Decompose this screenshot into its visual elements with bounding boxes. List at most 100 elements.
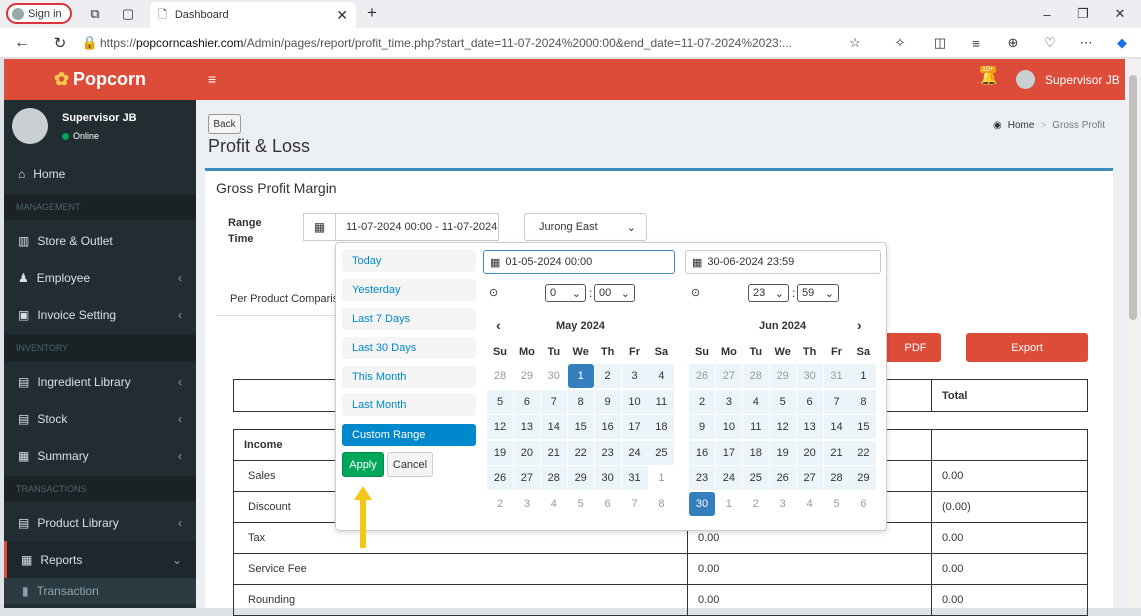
calendar-day[interactable]: 6 (513, 389, 540, 414)
end-minute-select[interactable]: 59 ⌄ (797, 284, 839, 302)
calendar-day[interactable]: 26 (487, 466, 513, 491)
calendar-day[interactable]: 17 (715, 440, 742, 465)
calendar-day[interactable]: 11 (648, 389, 675, 414)
navbar-user-name[interactable]: Supervisor JB (1045, 73, 1120, 87)
calendar-day[interactable]: 28 (540, 466, 567, 491)
back-button[interactable]: Back (208, 114, 241, 134)
calendar-day[interactable]: 21 (823, 440, 850, 465)
range-option[interactable]: Last Month (342, 394, 476, 416)
sidebar-item-home[interactable]: ⌂ Home (4, 155, 196, 192)
calendar-day[interactable]: 29 (514, 364, 540, 388)
calendar-day[interactable]: 30 (594, 466, 621, 491)
calendar-day[interactable]: 14 (823, 415, 850, 440)
calendar-day[interactable]: 30 (796, 364, 823, 388)
calendar-day[interactable]: 3 (514, 492, 540, 516)
calendar-day[interactable]: 4 (648, 364, 675, 388)
url-field[interactable]: https://popcorncashier.com/Admin/pages/r… (100, 32, 840, 53)
range-option[interactable]: Yesterday (342, 279, 476, 301)
breadcrumb-home[interactable]: Home (1008, 120, 1035, 131)
workspaces-icon[interactable]: ⧉ (85, 4, 105, 24)
brand-logo[interactable]: ✿ Popcorn (4, 59, 196, 100)
sidebar-item-summary[interactable]: ▦ Summary ‹ (4, 437, 196, 474)
sidebar-item-reports[interactable]: ▦ Reports ⌄ (4, 541, 196, 578)
browser-essentials-icon[interactable]: ♡ (1040, 33, 1060, 53)
calendar-day[interactable]: 1 (716, 492, 742, 516)
calendar-day[interactable]: 7 (823, 389, 850, 414)
calendar-day[interactable]: 8 (567, 389, 594, 414)
calendar-day[interactable]: 30 (689, 492, 715, 516)
calendar-day[interactable]: 11 (742, 415, 769, 440)
calendar-day[interactable]: 4 (541, 492, 567, 516)
calendar-day[interactable]: 9 (594, 389, 621, 414)
apply-button[interactable]: Apply (342, 452, 384, 477)
calendar-day[interactable]: 26 (769, 466, 796, 491)
calendar-day[interactable]: 29 (850, 466, 877, 491)
calendar-day[interactable]: 20 (513, 440, 540, 465)
new-tab-icon[interactable]: + (362, 3, 382, 23)
cancel-button[interactable]: Cancel (387, 452, 433, 477)
start-hour-select[interactable]: 0 ⌄ (545, 284, 586, 302)
sidebar-item-stock[interactable]: ▤ Stock ‹ (4, 400, 196, 437)
sidebar-item-invoice[interactable]: ▣ Invoice Setting ‹ (4, 296, 196, 333)
calendar-day[interactable]: 6 (850, 492, 876, 516)
calendar-day[interactable]: 23 (594, 440, 621, 465)
sidebar-item-product[interactable]: ▤ Product Library ‹ (4, 504, 196, 541)
copilot-icon[interactable]: ◆ (1112, 33, 1132, 53)
pdf-button[interactable]: PDF (880, 333, 941, 362)
end-date-input[interactable]: ▦ 30-06-2024 23:59 (685, 250, 881, 274)
calendar-day[interactable]: 6 (796, 389, 823, 414)
calendar-day[interactable]: 24 (621, 440, 648, 465)
calendar-day[interactable]: 29 (769, 364, 796, 388)
refresh-icon[interactable]: ↻ (50, 33, 70, 53)
calendar-day[interactable]: 25 (742, 466, 769, 491)
calendar-day[interactable]: 9 (689, 415, 715, 440)
calendar-day[interactable]: 5 (487, 389, 513, 414)
calendar-day[interactable]: 1 (850, 364, 877, 388)
minimize-icon[interactable]: – (1037, 4, 1057, 24)
calendar-day[interactable]: 16 (594, 415, 621, 440)
sign-in-button[interactable]: Sign in (6, 3, 72, 24)
calendar-day[interactable]: 12 (769, 415, 796, 440)
calendar-day[interactable]: 31 (621, 466, 648, 491)
close-tab-icon[interactable]: ✕ (336, 7, 348, 24)
calendar-day[interactable]: 2 (594, 364, 621, 388)
calendar-day[interactable]: 30 (541, 364, 567, 388)
range-option[interactable]: Today (342, 250, 476, 272)
calendar-day[interactable]: 23 (689, 466, 715, 491)
calendar-day[interactable]: 3 (715, 389, 742, 414)
calendar-day[interactable]: 13 (513, 415, 540, 440)
sidebar-item-store[interactable]: ▥ Store & Outlet (4, 222, 196, 259)
calendar-day[interactable]: 2 (743, 492, 769, 516)
end-hour-select[interactable]: 23 ⌄ (748, 284, 789, 302)
scrollbar-thumb[interactable] (1129, 75, 1137, 320)
calendar-day[interactable]: 10 (715, 415, 742, 440)
calendar-day[interactable]: 5 (769, 389, 796, 414)
range-option[interactable]: Last 7 Days (342, 308, 476, 330)
calendar-day[interactable]: 5 (824, 492, 850, 516)
calendar-day[interactable]: 8 (850, 389, 877, 414)
calendar-day[interactable]: 22 (850, 440, 877, 465)
calendar-day[interactable]: 3 (621, 364, 648, 388)
collections-icon[interactable]: ⊕ (1003, 33, 1023, 53)
calendar-day[interactable]: 12 (487, 415, 513, 440)
calendar-day[interactable]: 19 (487, 440, 513, 465)
calendar-day[interactable]: 18 (648, 415, 675, 440)
extensions-icon[interactable]: ✧ (890, 33, 910, 53)
calendar-day[interactable]: 2 (487, 492, 513, 516)
calendar-day[interactable]: 27 (796, 466, 823, 491)
hamburger-menu-icon[interactable]: ≡ (208, 71, 216, 87)
range-option[interactable]: Last 30 Days (342, 337, 476, 359)
calendar-day[interactable]: 20 (796, 440, 823, 465)
favorites-icon[interactable]: ≡ (966, 33, 986, 53)
range-option[interactable]: Custom Range (342, 424, 476, 446)
calendar-day[interactable]: 25 (648, 440, 675, 465)
calendar-day[interactable]: 18 (742, 440, 769, 465)
sidebar-item-ingredient[interactable]: ▤ Ingredient Library ‹ (4, 363, 196, 400)
calendar-day[interactable]: 26 (689, 364, 715, 388)
next-month-icon[interactable]: › (857, 317, 862, 333)
calendar-day[interactable]: 28 (487, 364, 513, 388)
calendar-day[interactable]: 21 (540, 440, 567, 465)
range-option[interactable]: This Month (342, 366, 476, 388)
calendar-day[interactable]: 4 (742, 389, 769, 414)
scrollbar[interactable] (1125, 59, 1141, 608)
